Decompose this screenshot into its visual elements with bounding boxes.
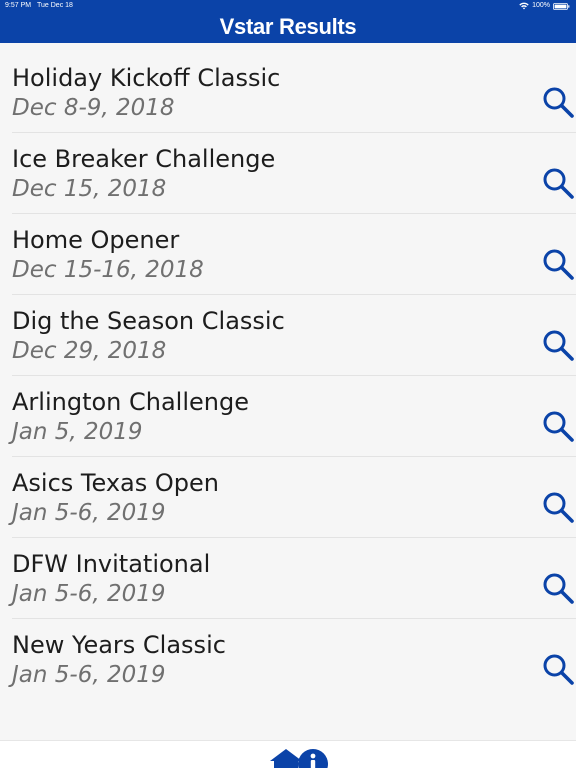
- event-row[interactable]: Dig the Season Classic Dec 29, 2018: [0, 295, 576, 376]
- search-icon: [543, 87, 574, 118]
- event-row[interactable]: Arlington Challenge Jan 5, 2019: [0, 376, 576, 457]
- search-icon: [543, 330, 574, 361]
- search-button[interactable]: [542, 248, 576, 282]
- search-button[interactable]: [542, 410, 576, 444]
- search-button[interactable]: [542, 167, 576, 201]
- event-row[interactable]: New Years Classic Jan 5-6, 2019: [0, 619, 576, 700]
- event-date: Dec 15, 2018: [12, 176, 167, 202]
- event-name: Holiday Kickoff Classic: [12, 64, 281, 92]
- event-row[interactable]: DFW Invitational Jan 5-6, 2019: [0, 538, 576, 619]
- info-icon: [298, 749, 328, 768]
- event-row[interactable]: Asics Texas Open Jan 5-6, 2019: [0, 457, 576, 538]
- search-icon: [543, 492, 574, 523]
- status-time: 9:57 PM: [5, 2, 32, 9]
- event-date: Jan 5-6, 2019: [12, 500, 166, 526]
- tab-bar: [0, 740, 576, 768]
- search-button[interactable]: [542, 653, 576, 687]
- event-name: New Years Classic: [12, 631, 226, 659]
- search-icon: [543, 654, 574, 685]
- event-list: Holiday Kickoff Classic Dec 8-9, 2018 Ic…: [0, 52, 576, 700]
- status-date: Tue Dec 18: [37, 2, 73, 9]
- event-date: Jan 5-6, 2019: [12, 581, 166, 607]
- wifi-icon: [519, 2, 529, 10]
- search-icon: [543, 168, 574, 199]
- battery-icon: [553, 2, 570, 10]
- search-button[interactable]: [542, 86, 576, 120]
- search-icon: [543, 249, 574, 280]
- event-date: Dec 29, 2018: [12, 338, 167, 364]
- info-button[interactable]: [297, 748, 329, 768]
- event-row[interactable]: Home Opener Dec 15-16, 2018: [0, 214, 576, 295]
- event-name: Asics Texas Open: [12, 469, 219, 497]
- event-name: Ice Breaker Challenge: [12, 145, 276, 173]
- page-title: Vstar Results: [219, 14, 357, 39]
- status-bar: 9:57 PM Tue Dec 18 100%: [0, 0, 576, 12]
- search-button[interactable]: [542, 491, 576, 525]
- search-icon: [543, 411, 574, 442]
- event-date: Dec 8-9, 2018: [12, 95, 175, 121]
- search-button[interactable]: [542, 329, 576, 363]
- search-icon: [543, 573, 574, 604]
- event-name: Dig the Season Classic: [12, 307, 285, 335]
- status-indicators: 100%: [519, 0, 570, 12]
- event-date: Dec 15-16, 2018: [12, 257, 204, 283]
- event-name: DFW Invitational: [12, 550, 211, 578]
- event-row[interactable]: Ice Breaker Challenge Dec 15, 2018: [0, 133, 576, 214]
- search-button[interactable]: [542, 572, 576, 606]
- event-date: Jan 5-6, 2019: [12, 662, 166, 688]
- event-name: Home Opener: [12, 226, 180, 254]
- app-header: 9:57 PM Tue Dec 18 100% Vstar Results: [0, 0, 576, 43]
- battery-percent: 100%: [532, 2, 550, 9]
- event-date: Jan 5, 2019: [12, 419, 143, 445]
- event-name: Arlington Challenge: [12, 388, 249, 416]
- event-row[interactable]: Holiday Kickoff Classic Dec 8-9, 2018: [0, 52, 576, 133]
